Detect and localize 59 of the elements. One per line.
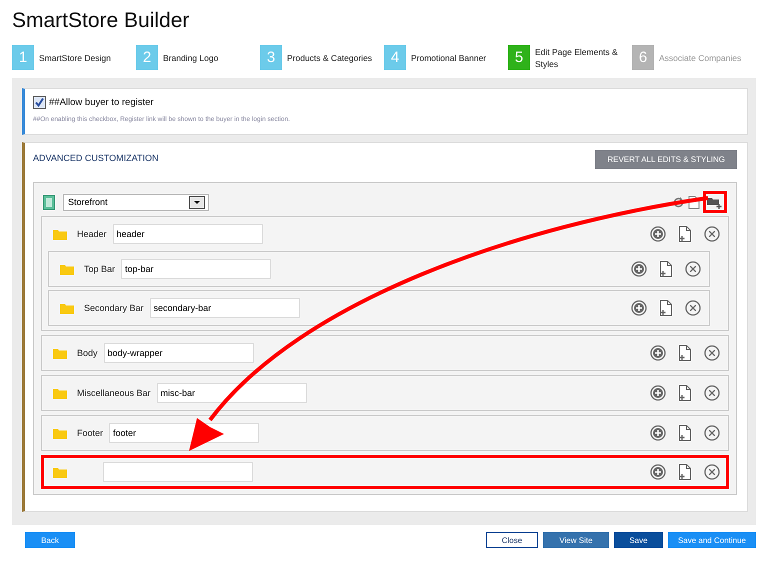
refresh-icon[interactable] <box>672 196 685 208</box>
step-label[interactable]: Branding Logo <box>163 52 218 64</box>
add-circle-icon[interactable] <box>631 261 647 277</box>
add-page-icon[interactable] <box>678 385 692 401</box>
checkbox[interactable] <box>33 96 46 109</box>
close-circle-icon[interactable] <box>704 464 720 480</box>
input-field[interactable]: body-wrapper <box>104 343 254 363</box>
folder-icon <box>53 228 67 240</box>
close-circle-icon[interactable] <box>685 261 701 277</box>
close-circle-icon[interactable] <box>704 425 720 441</box>
add-circle-icon[interactable] <box>631 300 647 316</box>
folder-icon <box>53 428 67 438</box>
add-page-icon[interactable] <box>678 464 692 480</box>
section-label: Secondary Bar <box>84 303 144 313</box>
dropdown[interactable]: Storefront <box>63 194 209 210</box>
close-circle-icon[interactable] <box>704 226 720 242</box>
input-field[interactable]: misc-bar <box>156 383 307 403</box>
action-button[interactable]: View Site <box>542 532 609 548</box>
action-button[interactable]: Save <box>614 532 663 548</box>
action-button[interactable]: Close <box>486 532 538 548</box>
add-page-icon[interactable] <box>659 261 673 277</box>
close-circle-icon[interactable] <box>685 300 701 316</box>
step-label[interactable]: Products & Categories <box>287 52 372 64</box>
section-label: Header <box>77 229 107 239</box>
add-folder-button[interactable] <box>703 191 727 213</box>
input-field[interactable]: header <box>112 224 263 244</box>
step-label[interactable]: Promotional Banner <box>411 52 486 64</box>
section-heading: ADVANCED CUSTOMIZATION <box>33 153 159 163</box>
folder-icon <box>53 348 67 358</box>
add-circle-icon[interactable] <box>650 226 666 242</box>
add-page-icon[interactable] <box>678 345 692 361</box>
section-label: Miscellaneous Bar <box>77 388 151 398</box>
folder-icon <box>60 264 74 274</box>
page-title: SmartStore Builder <box>11 8 190 34</box>
folder-icon <box>53 388 67 398</box>
input-field[interactable] <box>103 462 253 482</box>
section-label: Body <box>77 348 98 358</box>
section-label: Top Bar <box>84 264 116 274</box>
folder-add-icon <box>707 196 723 208</box>
step-label[interactable]: Edit Page Elements & Styles <box>535 46 632 70</box>
revert-button[interactable]: REVERT ALL EDITS & STYLING <box>595 150 737 169</box>
close-circle-icon[interactable] <box>704 385 720 401</box>
close-circle-icon[interactable] <box>704 345 720 361</box>
add-page-icon[interactable] <box>678 226 692 242</box>
add-circle-icon[interactable] <box>650 464 666 480</box>
add-circle-icon[interactable] <box>650 385 666 401</box>
add-circle-icon[interactable] <box>650 425 666 441</box>
section-label: Footer <box>77 428 104 438</box>
add-circle-icon[interactable] <box>650 345 666 361</box>
caret-icon <box>189 196 205 208</box>
step-label[interactable]: SmartStore Design <box>39 52 111 64</box>
page-icon <box>43 194 55 210</box>
checkbox-label: ##Allow buyer to register <box>49 97 154 108</box>
folder-icon <box>60 302 74 314</box>
add-page-icon[interactable] <box>678 425 692 441</box>
input-field[interactable]: top-bar <box>121 259 272 279</box>
folder-icon <box>53 466 67 478</box>
add-page-icon[interactable] <box>659 300 673 316</box>
input-field[interactable]: secondary-bar <box>150 298 300 318</box>
